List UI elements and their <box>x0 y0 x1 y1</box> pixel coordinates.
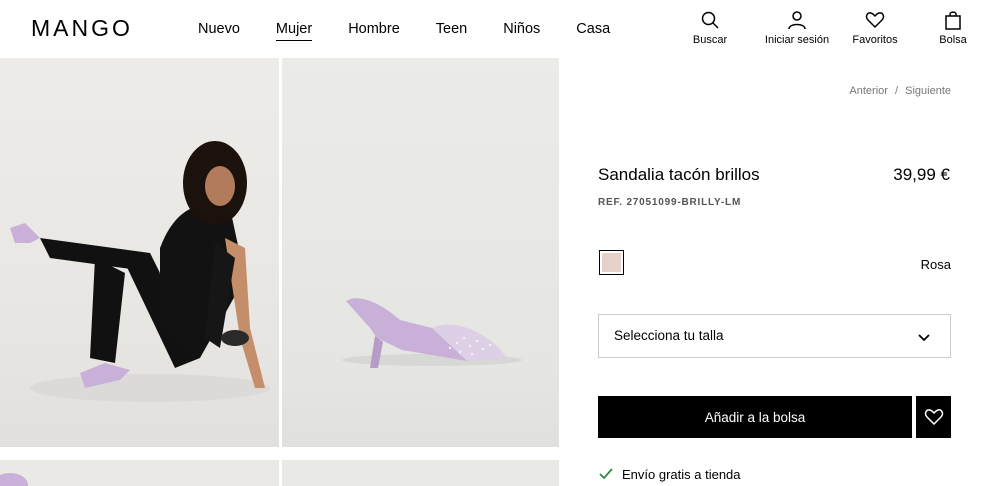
chevron-down-icon <box>918 334 930 342</box>
swatch-fill <box>602 253 621 272</box>
model-photo <box>10 141 270 402</box>
nav-item-casa[interactable]: Casa <box>576 20 610 41</box>
product-ref: REF. 27051099-BRILLY-LM <box>598 197 742 208</box>
product-title: Sandalia tacón brillos <box>598 165 760 184</box>
nav-item-mujer[interactable]: Mujer <box>275 20 313 41</box>
search-label: Buscar <box>692 34 728 46</box>
size-placeholder: Selecciona tu talla <box>614 328 724 343</box>
bag-button[interactable]: Bolsa <box>908 10 982 46</box>
main-nav: Nuevo Mujer Hombre Teen Niños Casa <box>198 20 646 41</box>
breadcrumb: Anterior / Siguiente <box>845 85 951 97</box>
shipping-info: Envío gratis a tienda <box>598 466 741 482</box>
add-to-favorites-button[interactable] <box>916 396 951 438</box>
product-image-model[interactable] <box>0 58 279 447</box>
login-button[interactable]: Iniciar sesión <box>752 10 842 46</box>
login-label: Iniciar sesión <box>764 34 830 46</box>
color-swatch-rosa[interactable] <box>599 250 624 275</box>
size-select[interactable]: Selecciona tu talla <box>598 314 951 358</box>
color-name: Rosa <box>920 257 951 272</box>
shoe-photo <box>342 298 522 368</box>
bag-icon <box>945 11 961 30</box>
search-icon <box>701 11 719 29</box>
heart-icon <box>924 409 943 426</box>
thumb-3-photo <box>0 473 28 486</box>
breadcrumb-separator: / <box>895 85 899 97</box>
brand-logo[interactable]: MANGO <box>31 15 133 42</box>
nav-item-nuevo[interactable]: Nuevo <box>198 20 240 41</box>
nav-item-hombre[interactable]: Hombre <box>348 20 400 41</box>
favorites-button[interactable]: Favoritos <box>830 10 920 46</box>
check-icon <box>599 468 613 480</box>
product-image-4[interactable] <box>282 460 559 486</box>
shipping-text: Envío gratis a tienda <box>622 466 741 482</box>
product-price: 39,99 € <box>893 165 950 184</box>
nav-item-teen[interactable]: Teen <box>436 20 467 41</box>
product-image-3[interactable] <box>0 460 279 486</box>
site-header: MANGO Nuevo Mujer Hombre Teen Niños Casa… <box>0 0 982 58</box>
prev-link[interactable]: Anterior <box>849 85 888 97</box>
next-link[interactable]: Siguiente <box>905 85 951 97</box>
user-icon <box>788 11 806 30</box>
search-button[interactable]: Buscar <box>665 10 755 46</box>
add-to-bag-button[interactable]: Añadir a la bolsa <box>598 396 912 438</box>
bag-label: Bolsa <box>939 34 967 46</box>
heart-icon <box>865 12 885 29</box>
nav-item-ninos[interactable]: Niños <box>503 20 540 41</box>
favorites-label: Favoritos <box>852 34 898 46</box>
product-image-shoe[interactable] <box>282 58 559 447</box>
